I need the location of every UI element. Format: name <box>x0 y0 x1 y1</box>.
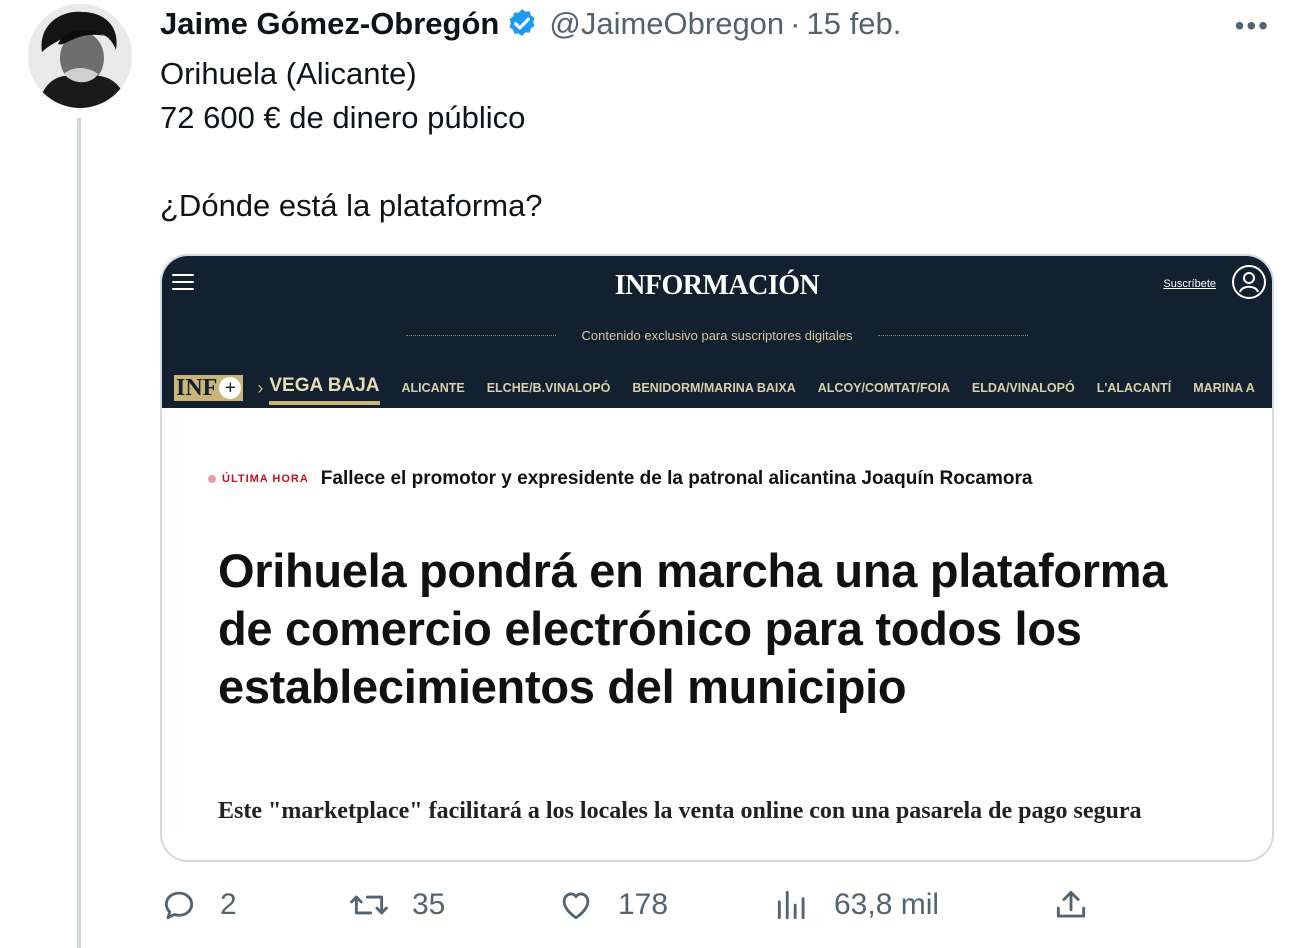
tweet-line: 72 600 € de dinero público <box>160 100 526 135</box>
article-headline: Orihuela pondrá en marcha una plataforma… <box>218 544 1168 713</box>
author-handle[interactable]: @JaimeObregon <box>549 2 784 46</box>
avatar[interactable] <box>28 4 132 108</box>
chevron-right-icon: › <box>257 377 264 398</box>
nav-item: ALICANTE <box>401 381 465 395</box>
reply-button[interactable]: 2 <box>160 886 237 924</box>
user-icon <box>1232 265 1266 299</box>
info-plus-brand: INF <box>176 375 218 401</box>
divider <box>405 335 556 336</box>
reply-count: 2 <box>220 888 237 921</box>
plus-icon: + <box>219 377 242 399</box>
views-button[interactable]: 63,8 mil <box>772 886 939 924</box>
nav-item: ALCOY/COMTAT/FOIA <box>817 381 950 395</box>
tweet-date[interactable]: 15 feb. <box>807 2 902 46</box>
site-logo: INFORMACIÓN <box>614 270 820 301</box>
exclusive-text: Contenido exclusivo para suscriptores di… <box>581 328 853 343</box>
tweet-line: ¿Dónde está la plataforma? <box>160 188 543 223</box>
subscribe-link: Suscríbete <box>1163 278 1216 290</box>
reply-icon <box>164 891 194 920</box>
analytics-icon <box>777 890 805 920</box>
nav-item: ELCHE/B.VINALOPÓ <box>486 381 611 395</box>
info-plus-logo: INF + <box>174 375 244 401</box>
divider <box>878 335 1029 336</box>
share-icon <box>1056 890 1086 918</box>
like-count: 178 <box>618 888 669 921</box>
heart-icon <box>562 892 590 920</box>
breaking-news: ÚLTIMA HORA Fallece el promotor y expres… <box>208 468 1032 490</box>
article-subhead: Este "marketplace" facilitará a los loca… <box>218 798 1142 824</box>
site-header: INFORMACIÓN Suscríbete Contenido exclusi… <box>162 256 1272 408</box>
tweet-line: Orihuela (Alicante) <box>160 56 417 91</box>
media-card[interactable]: INFORMACIÓN Suscríbete Contenido exclusi… <box>160 254 1274 862</box>
nav-item: BENIDORM/MARINA BAIXA <box>632 381 796 395</box>
verified-badge-icon <box>505 7 539 41</box>
breaking-text: Fallece el promotor y expresidente de la… <box>320 468 1033 489</box>
tweet-header: Jaime Gómez-Obregón @JaimeObregon · 15 f… <box>160 2 901 46</box>
tweet-line-gap <box>160 140 543 184</box>
tweet-actions: 2 35 178 63,8 mil <box>160 886 1270 934</box>
author-name[interactable]: Jaime Gómez-Obregón <box>160 2 499 46</box>
thread-line <box>77 118 81 948</box>
share-button[interactable] <box>1052 886 1112 924</box>
nav-item: L'ALACANTÍ <box>1096 381 1172 395</box>
retweet-icon <box>350 895 388 915</box>
views-count: 63,8 mil <box>834 888 940 921</box>
like-button[interactable]: 178 <box>556 886 668 924</box>
breaking-tag: ÚLTIMA HORA <box>222 473 309 485</box>
more-options-icon[interactable]: ••• <box>1235 10 1270 42</box>
retweet-count: 35 <box>412 888 446 921</box>
exclusive-banner: Contenido exclusivo para suscriptores di… <box>162 328 1272 343</box>
tweet-text: Orihuela (Alicante) 72 600 € de dinero p… <box>160 52 543 228</box>
retweet-button[interactable]: 35 <box>348 886 445 924</box>
live-dot-icon <box>208 475 216 483</box>
nav-item: ELDA/VINALOPÓ <box>971 381 1075 395</box>
nav-item-vega-baja: VEGA BAJA <box>269 375 380 405</box>
article-body: ÚLTIMA HORA Fallece el promotor y expres… <box>162 408 1272 860</box>
separator: · <box>790 6 801 41</box>
nav-item: MARINA A <box>1193 381 1255 395</box>
site-navbar: INF + › VEGA BAJA ALICANTE ELCHE/B.VINAL… <box>162 368 1272 408</box>
